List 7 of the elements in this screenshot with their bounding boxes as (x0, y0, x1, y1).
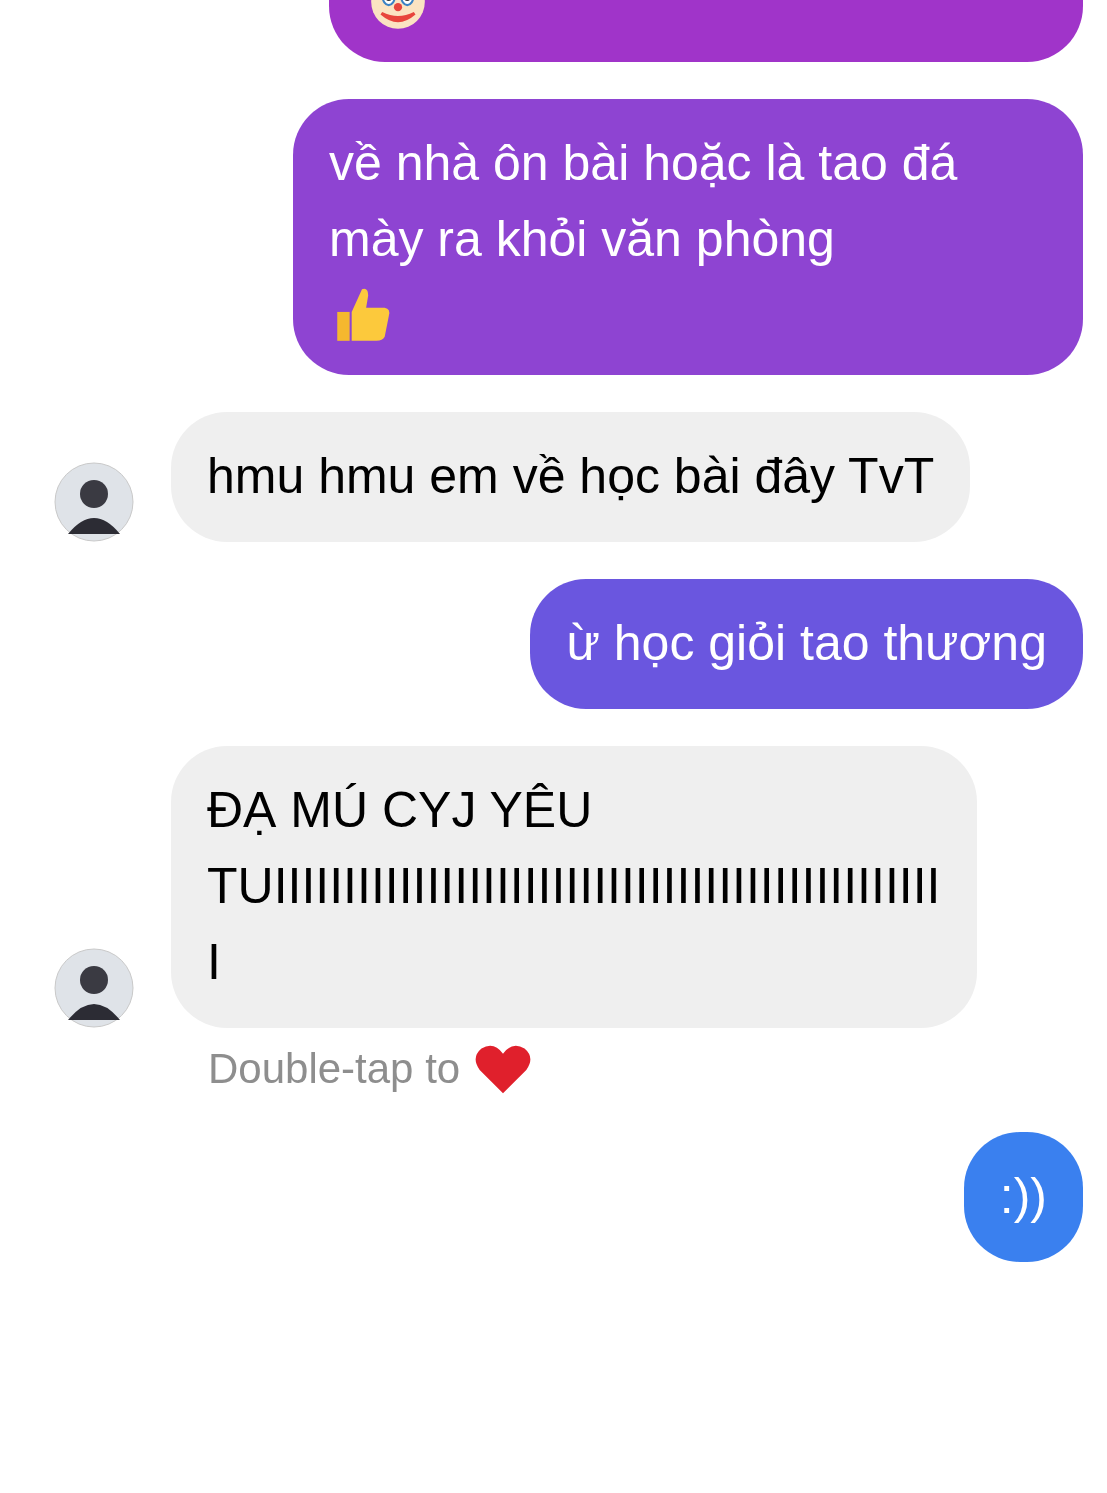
message-text: ĐẠ MÚ CYJ YÊU TUIIIIIIIIIIIIIIIIIIIIIIIIIIIIIIIIIIIIIIIIIIIIIIIII (207, 781, 941, 992)
message-text: về nhà ôn bài hoặc là tao đá mày ra khỏi văn phòng (329, 134, 959, 269)
hint-text: Double-tap to (208, 1045, 461, 1093)
message-text: ừ học giỏi tao thương (566, 614, 1047, 673)
message-text: :)) (999, 1167, 1047, 1226)
message-text: hmu hmu em về học bài đây TvT (207, 447, 935, 506)
heart-icon (474, 1043, 533, 1095)
